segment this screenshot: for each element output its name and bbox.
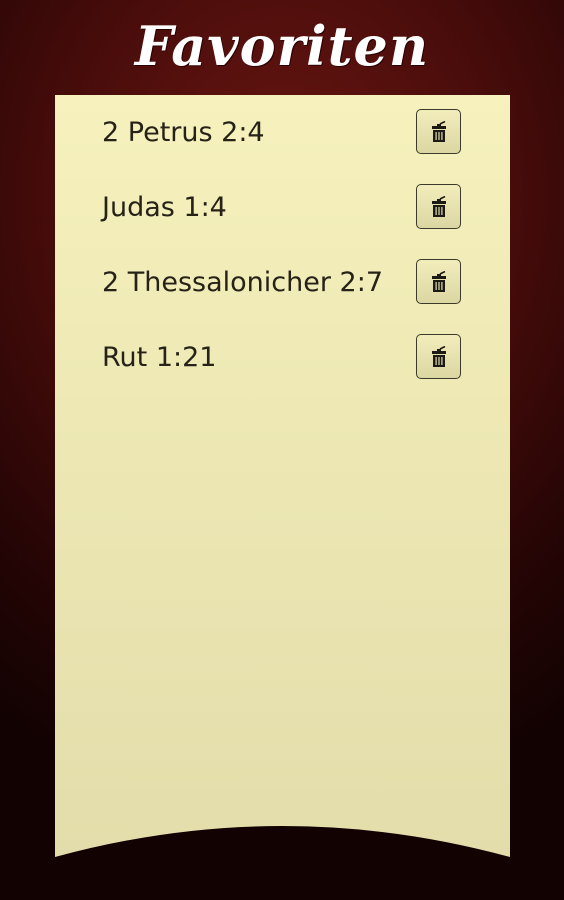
favorites-list: 2 Petrus 2:4 Judas 1:4 2 Thessalonicher … (55, 95, 510, 395)
favorite-item[interactable]: 2 Thessalonicher 2:7 (55, 245, 510, 320)
page-title: Favoriten (134, 14, 430, 78)
favorite-label[interactable]: 2 Thessalonicher 2:7 (102, 245, 383, 320)
delete-favorite-button[interactable] (416, 109, 461, 154)
favorite-item[interactable]: 2 Petrus 2:4 (55, 95, 510, 170)
trash-icon (430, 345, 448, 368)
favorite-label[interactable]: 2 Petrus 2:4 (102, 95, 265, 170)
trash-icon (430, 120, 448, 143)
favorite-label[interactable]: Judas 1:4 (102, 170, 227, 245)
delete-favorite-button[interactable] (416, 184, 461, 229)
favorite-label[interactable]: Rut 1:21 (102, 320, 216, 395)
trash-icon (430, 270, 448, 293)
delete-favorite-button[interactable] (416, 259, 461, 304)
trash-icon (430, 195, 448, 218)
delete-favorite-button[interactable] (416, 334, 461, 379)
favorite-item[interactable]: Rut 1:21 (55, 320, 510, 395)
favorite-item[interactable]: Judas 1:4 (55, 170, 510, 245)
